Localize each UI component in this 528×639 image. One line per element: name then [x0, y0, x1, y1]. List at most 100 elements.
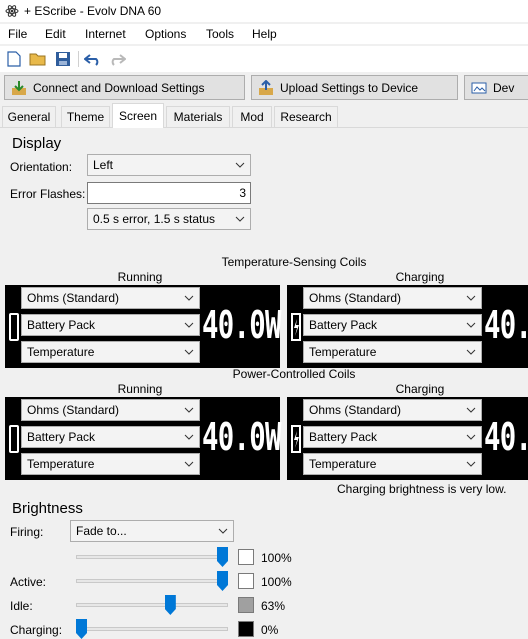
download-icon: [12, 81, 26, 95]
power-running-row1-select[interactable]: Ohms (Standard): [21, 399, 200, 421]
power-running-row1-value: Ohms (Standard): [27, 403, 120, 417]
error-flashes-input[interactable]: 3: [87, 182, 251, 204]
orientation-value: Left: [93, 158, 114, 172]
temp-running-row1-select[interactable]: Ohms (Standard): [21, 287, 200, 309]
save-icon[interactable]: [53, 49, 73, 69]
orientation-label: Orientation:: [10, 160, 73, 174]
new-file-icon[interactable]: [4, 49, 24, 69]
power-running-row2-select[interactable]: Battery Pack: [21, 426, 200, 448]
device-button[interactable]: Dev: [464, 75, 528, 100]
power-charging-row3-select[interactable]: Temperature: [303, 453, 482, 475]
brightness-slider-thumb[interactable]: [164, 595, 176, 615]
brightness-percent: 63%: [261, 599, 286, 613]
temp-running-wattage: 40.0W: [202, 303, 281, 347]
tab-divider: [0, 127, 528, 128]
window-title: + EScribe - Evolv DNA 60: [24, 4, 162, 18]
chevron-down-icon: [466, 434, 476, 440]
power-charging-row3-value: Temperature: [309, 457, 377, 471]
power-running-row2-value: Battery Pack: [27, 430, 96, 444]
menu-file[interactable]: File: [8, 27, 27, 41]
power-running-preview: Ohms (Standard) Battery Pack Temperature…: [5, 397, 281, 480]
brightness-color-swatch[interactable]: [238, 597, 254, 613]
connect-download-button[interactable]: Connect and Download Settings: [4, 75, 245, 100]
upload-icon: [259, 80, 273, 95]
power-charging-row1-value: Ohms (Standard): [309, 403, 402, 417]
firing-mode-select[interactable]: Fade to...: [70, 520, 234, 542]
brightness-slider-thumb[interactable]: [76, 619, 87, 639]
power-charging-preview: Ohms (Standard) Battery Pack Temperature…: [287, 397, 528, 480]
tab-general[interactable]: General: [2, 106, 56, 127]
brightness-color-swatch[interactable]: [238, 573, 254, 589]
brightness-slider-track[interactable]: [76, 603, 228, 607]
orientation-select[interactable]: Left: [87, 154, 251, 176]
brightness-section-title: Brightness: [12, 500, 83, 517]
error-timing-select[interactable]: 0.5 s error, 1.5 s status: [87, 208, 251, 230]
chevron-down-icon: [184, 349, 194, 355]
tab-mod[interactable]: Mod: [232, 106, 272, 127]
temp-running-row3-select[interactable]: Temperature: [21, 341, 200, 363]
power-coils-title: Power-Controlled Coils: [232, 367, 356, 381]
brightness-row-label: Active:: [10, 575, 47, 589]
power-charging-label: Charging: [395, 382, 445, 396]
chevron-down-icon: [184, 322, 194, 328]
error-flashes-label: Error Flashes:: [10, 187, 86, 201]
temp-running-label: Running: [117, 270, 163, 284]
brightness-color-swatch[interactable]: [238, 549, 254, 565]
temp-charging-row2-select[interactable]: Battery Pack: [303, 314, 482, 336]
open-folder-icon[interactable]: [28, 49, 48, 69]
device-label: Dev: [493, 80, 515, 95]
redo-icon[interactable]: [107, 49, 127, 69]
power-running-row3-value: Temperature: [27, 457, 95, 471]
temp-running-row2-value: Battery Pack: [27, 318, 96, 332]
chevron-down-icon: [184, 434, 194, 440]
power-charging-row2-select[interactable]: Battery Pack: [303, 426, 482, 448]
atom-icon: [5, 5, 19, 17]
chevron-down-icon: [466, 322, 476, 328]
brightness-slider-track[interactable]: [76, 627, 228, 631]
temp-charging-row2-value: Battery Pack: [309, 318, 378, 332]
toolbar-separator: [78, 51, 79, 67]
menu-tools[interactable]: Tools: [206, 27, 234, 41]
power-running-row3-select[interactable]: Temperature: [21, 453, 200, 475]
tab-screen[interactable]: Screen: [112, 103, 164, 128]
upload-settings-button[interactable]: Upload Settings to Device: [251, 75, 458, 100]
battery-icon: [9, 313, 19, 341]
tab-materials[interactable]: Materials: [166, 106, 230, 127]
chevron-down-icon: [218, 528, 228, 534]
temp-running-row1-value: Ohms (Standard): [27, 291, 120, 305]
undo-icon[interactable]: [83, 49, 103, 69]
connect-download-label: Connect and Download Settings: [33, 80, 205, 95]
power-charging-row1-select[interactable]: Ohms (Standard): [303, 399, 482, 421]
charging-brightness-note: Charging brightness is very low.: [337, 482, 507, 496]
error-flashes-value: 3: [239, 186, 246, 200]
firing-mode-value: Fade to...: [76, 524, 127, 538]
brightness-row-label: Idle:: [10, 599, 33, 613]
brightness-slider-thumb[interactable]: [217, 571, 228, 591]
tab-theme[interactable]: Theme: [61, 106, 110, 127]
temp-running-row2-select[interactable]: Battery Pack: [21, 314, 200, 336]
temp-running-row3-value: Temperature: [27, 345, 95, 359]
firing-label: Firing:: [10, 525, 44, 539]
brightness-slider-track[interactable]: [76, 579, 228, 583]
menu-internet[interactable]: Internet: [85, 27, 126, 41]
brightness-row-label: Charging:: [10, 623, 63, 637]
menu-options[interactable]: Options: [145, 27, 186, 41]
brightness-color-swatch[interactable]: [238, 621, 254, 637]
power-running-label: Running: [117, 382, 163, 396]
menu-edit[interactable]: Edit: [45, 27, 66, 41]
brightness-percent: 100%: [261, 575, 292, 589]
brightness-slider-thumb[interactable]: [217, 547, 228, 567]
temp-charging-wattage: 40.0: [484, 303, 528, 347]
charging-battery-icon: [291, 313, 301, 341]
brightness-slider-track[interactable]: [76, 555, 228, 559]
tab-research[interactable]: Research: [274, 106, 338, 127]
chevron-down-icon: [184, 461, 194, 467]
chevron-down-icon: [466, 295, 476, 301]
charging-battery-icon: [291, 425, 301, 453]
chevron-down-icon: [235, 162, 245, 168]
brightness-percent: 100%: [261, 551, 292, 565]
menu-help[interactable]: Help: [252, 27, 277, 41]
temp-charging-row3-select[interactable]: Temperature: [303, 341, 482, 363]
temp-charging-row1-select[interactable]: Ohms (Standard): [303, 287, 482, 309]
temp-running-preview: Ohms (Standard) Battery Pack Temperature…: [5, 285, 281, 368]
